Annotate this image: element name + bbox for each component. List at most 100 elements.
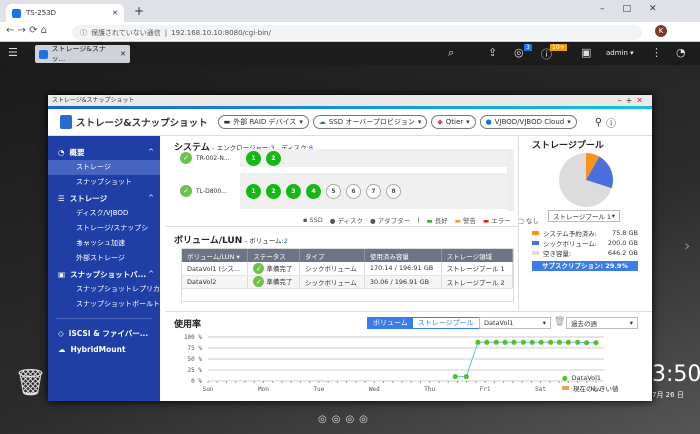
search-icon[interactable]: ⌕ xyxy=(448,46,454,60)
disk-slot[interactable]: 3 xyxy=(286,183,301,199)
volume-select[interactable]: DataVol1 ▾ xyxy=(479,317,551,329)
data-point xyxy=(583,340,590,346)
divider xyxy=(518,136,519,311)
search-settings-icon[interactable]: ⚲ xyxy=(595,117,602,128)
vjbod-button[interactable]: ● VJBOD/VJBOD Cloud ▾ xyxy=(479,115,577,129)
table-row[interactable]: DataVol1 (シス... ✓ 準備完了 シックボリューム 170.14 / 19… xyxy=(182,262,514,276)
enclosure-row[interactable]: ✓ TL-D800... 1 2 3 4 5 6 7 8 xyxy=(180,173,514,209)
window-titlebar: ストレージ&スナップショット –+✕ xyxy=(48,95,652,106)
disk-slot[interactable]: 2 xyxy=(266,183,281,199)
data-point xyxy=(502,339,508,345)
nav-icons[interactable]: ← → ⟳ ⌂ xyxy=(6,25,47,36)
notification-icon[interactable]: ◎ xyxy=(514,46,524,59)
x-tick-label: Sat xyxy=(535,386,546,393)
x-tick-label: Thu xyxy=(424,386,435,393)
sidebar-item-storage-snapshots[interactable]: ストレージ/スナップショ... xyxy=(48,221,160,247)
help-icon[interactable]: ⓘ xyxy=(606,115,616,130)
disk-slot[interactable]: 5 xyxy=(326,183,341,199)
sidebar-group-storage[interactable]: ☰ ストレージ ^ xyxy=(48,190,160,206)
disk-slot[interactable]: 1 xyxy=(246,183,261,199)
sidebar-group-iscsi[interactable]: ◇ iSCSI & ファイバー... xyxy=(48,325,160,341)
security-warning: 保護されていない通信 xyxy=(91,28,161,37)
col-type[interactable]: タイプ xyxy=(299,249,365,262)
legend-disk: ● ディスク xyxy=(329,217,364,225)
new-tab-icon[interactable]: + xyxy=(134,4,144,18)
qtier-button[interactable]: ◆ Qtier ▾ xyxy=(431,115,476,129)
address-bar-row: ← → ⟳ ⌂ ⓘ 保護されていない通信 | 192.168.10.10:8080/c… xyxy=(0,22,700,42)
ssd-icon: ☁ xyxy=(318,118,326,126)
window-controls[interactable]: –+✕ xyxy=(618,95,647,106)
close-tab-icon[interactable]: ✕ xyxy=(112,9,118,17)
data-point xyxy=(547,339,554,345)
iscsi-icon: ◇ xyxy=(58,328,64,338)
storage-snapshot-window: ストレージ&スナップショット –+✕ ストレージ&スナップショット ▬ 外部 RA… xyxy=(48,95,652,401)
user-menu[interactable]: admin ▾ xyxy=(606,49,634,57)
app-logo-icon xyxy=(60,115,72,129)
data-point xyxy=(511,339,517,345)
legend-good: ▬ 良好 xyxy=(426,217,448,225)
window-controls[interactable]: –□✕ xyxy=(600,4,675,14)
pool-selector[interactable]: ストレージプール 1 ▾ xyxy=(548,210,620,222)
disk-slot[interactable]: 6 xyxy=(346,183,361,199)
data-point xyxy=(538,339,544,345)
delete-icon[interactable]: 🗑 xyxy=(554,317,565,327)
more-icon[interactable]: ⋮ xyxy=(651,46,662,59)
col-volume[interactable]: ボリューム/LUN ▾ xyxy=(182,249,249,262)
sidebar-item-cache[interactable]: キャッシュ加速 xyxy=(48,236,160,251)
x-tick-label: Mon xyxy=(258,386,269,393)
omnibox[interactable]: ⓘ 保護されていない通信 | 192.168.10.10:8080/cgi-bin/ xyxy=(72,25,642,40)
data-point xyxy=(565,339,571,345)
sidebar-group-overview[interactable]: ◔ 概要 ^ xyxy=(48,144,160,160)
disk-slot[interactable]: 8 xyxy=(386,183,401,199)
x-tick-label: Tue xyxy=(313,386,324,393)
enclosure-row[interactable]: ✓ TR-002-N... 1 2 xyxy=(180,149,514,167)
browser-tab-bar: TS-253D ✕ + –□✕ xyxy=(0,0,700,22)
sidebar-item-disks[interactable]: ディスク/VJBOD xyxy=(48,206,160,221)
disk-slot[interactable]: 4 xyxy=(306,183,321,199)
browser-tab[interactable]: TS-253D ✕ xyxy=(6,4,124,22)
sidebar-item-storage[interactable]: ストレージ xyxy=(48,160,160,175)
user-icon[interactable]: ▣ xyxy=(581,46,591,59)
range-select[interactable]: 過去の週 ▾ xyxy=(566,317,638,329)
external-raid-button[interactable]: ▬ 外部 RAID デバイス ▾ xyxy=(217,115,309,129)
sidebar-item-external-storage[interactable]: 外部ストレージ xyxy=(48,251,160,266)
ssd-overprovision-button[interactable]: ☁ SSD オーバープロビジョン ▾ xyxy=(312,115,428,129)
legend-threshold: 現在のしきい値 xyxy=(573,385,619,393)
pool-legend-item: システム予約済み: 75.8 GB xyxy=(532,228,638,238)
dock-icons[interactable]: ◎◎◎◎ xyxy=(318,414,373,425)
disk-slot[interactable]: 2 xyxy=(266,150,281,166)
disk-slot[interactable]: 1 xyxy=(246,150,261,166)
x-tick-label: Fri xyxy=(480,386,491,393)
x-tick-label: Wed xyxy=(369,386,380,393)
dashboard-icon[interactable]: ◔ xyxy=(676,46,686,59)
y-tick-label: 100 % xyxy=(184,334,202,341)
profile-avatar[interactable]: K xyxy=(655,25,667,37)
notif-badge: 3 xyxy=(524,44,532,51)
sidebar-item-snapshot-vault[interactable]: スナップショットボールト xyxy=(48,297,160,312)
col-status[interactable]: ステータス xyxy=(247,249,300,262)
sidebar-item-snapshot-replica[interactable]: スナップショットレプリカ xyxy=(48,282,160,297)
col-pool[interactable]: ストレージ領域 xyxy=(441,249,514,262)
app-taskbar-tab[interactable]: ストレージ&スナッ... ✕ xyxy=(35,45,130,63)
subscription-bar: サブスクリプション: 29.9% xyxy=(532,261,638,271)
sidebar-group-hybridmount[interactable]: ☁ HybridMount xyxy=(48,341,160,357)
next-page-icon[interactable]: › xyxy=(684,236,690,255)
toggle-volume[interactable]: ボリューム xyxy=(368,318,413,328)
background-tasks-icon[interactable]: ⇪ xyxy=(488,46,497,59)
table-row[interactable]: DataVol2 ✓ 準備完了 シックボリューム 30.06 / 196.91 GB ス… xyxy=(182,275,514,289)
toggle-pool[interactable]: ストレージプール xyxy=(413,318,479,328)
menu-icon[interactable]: ☰ xyxy=(8,46,18,59)
legend-datavol1: DataVol1 xyxy=(571,374,602,382)
url-text: 192.168.10.10:8080/cgi-bin/ xyxy=(171,28,271,37)
sidebar-group-snapshot-backup[interactable]: ▣ スナップショットバ... ^ xyxy=(48,266,160,282)
col-used[interactable]: 使用済み容量 xyxy=(364,249,442,262)
x-tick-label: Sun xyxy=(203,386,214,393)
close-app-icon[interactable]: ✕ xyxy=(120,50,126,58)
trash-icon[interactable]: 🗑 xyxy=(14,368,47,398)
sidebar-item-snapshot[interactable]: スナップショット xyxy=(48,175,160,190)
check-icon: ✓ xyxy=(253,276,265,288)
enclosure-scrollbar[interactable] xyxy=(507,153,514,211)
app-toolbar: ストレージ&スナップショット ▬ 外部 RAID デバイス ▾ ☁ SSD オーバープ… xyxy=(48,109,652,136)
disk-slot[interactable]: 7 xyxy=(366,183,381,199)
check-icon: ✓ xyxy=(253,263,265,274)
